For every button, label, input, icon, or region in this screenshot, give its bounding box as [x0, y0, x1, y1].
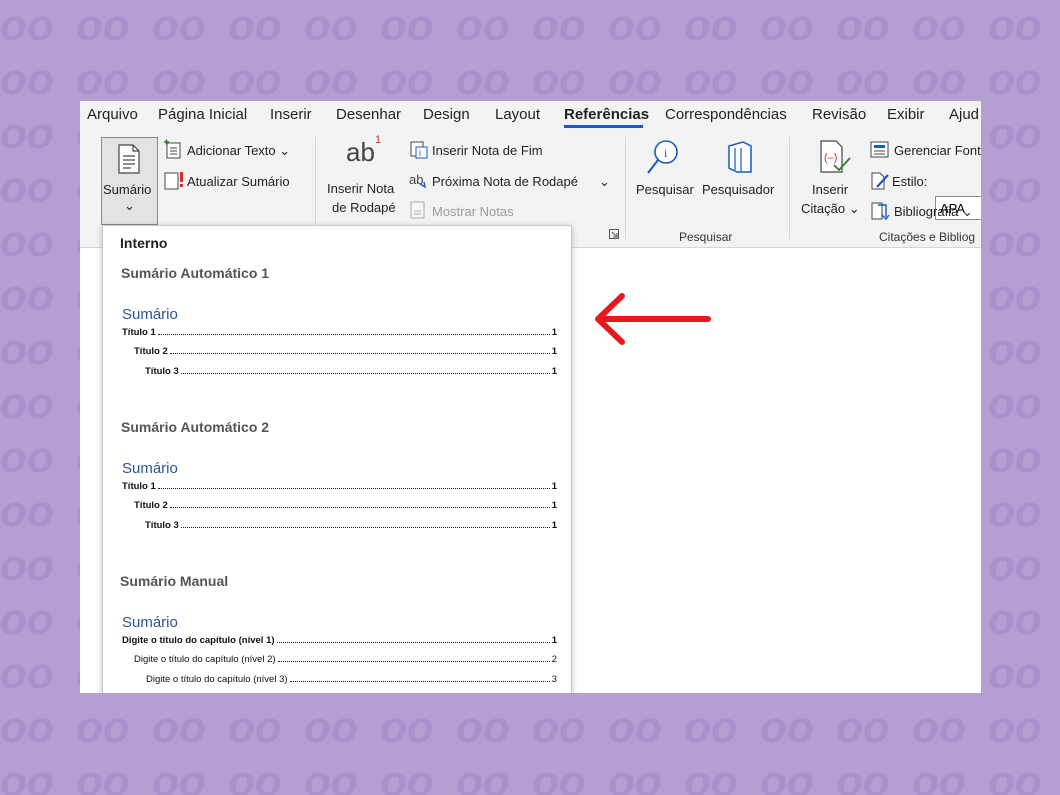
toc-line: Título 3 1 [145, 520, 557, 531]
adicionar-texto-button[interactable]: Adicionar Texto ⌄ [187, 143, 290, 159]
toc-line-text: Digite o título do capítulo (nível 2) [134, 654, 276, 665]
section-title: Sumário Manual [120, 573, 229, 589]
inserir-citacao-icon: (–) [820, 140, 851, 173]
red-arrow-icon [595, 293, 711, 345]
atualizar-sumario-button[interactable]: Atualizar Sumário [187, 174, 290, 189]
inserir-nota-ab-icon: ab [346, 137, 375, 167]
toc-line: Digite o título do capítulo (nível 3) 3 [146, 674, 557, 685]
bibliografia-button[interactable]: Bibliografia ⌄ [894, 204, 973, 220]
inserir-citacao-label-1[interactable]: Inserir [812, 182, 848, 197]
toc-line: Título 1 1 [122, 481, 557, 492]
tab-ajuda[interactable]: Ajud [949, 106, 979, 123]
toc-line-text: Título 2 [134, 500, 168, 511]
dot-leader [157, 327, 550, 335]
word-window: Arquivo Página Inicial Inserir Desenhar … [80, 101, 981, 693]
active-tab-indicator [564, 125, 643, 128]
toc-line-page: 2 [551, 654, 557, 665]
tab-inserir[interactable]: Inserir [270, 106, 312, 123]
toc-line-page: 1 [551, 520, 557, 531]
proxima-nota-button[interactable]: Próxima Nota de Rodapé [432, 174, 578, 189]
toc-line-text: Título 3 [145, 520, 179, 531]
inserir-nota-fim-icon: i [410, 141, 428, 159]
tab-design[interactable]: Design [423, 106, 470, 123]
chevron-down-icon: ⌄ [124, 198, 135, 213]
group-separator [315, 137, 316, 239]
gallery-header: Interno [120, 235, 168, 251]
tab-revisao[interactable]: Revisão [812, 106, 866, 123]
mostrar-notas-button[interactable]: Mostrar Notas [432, 204, 514, 219]
proxima-nota-dropdown-icon[interactable]: ⌄ [599, 174, 610, 190]
tab-layout[interactable]: Layout [495, 106, 540, 123]
toc-line-text: Título 1 [122, 327, 156, 338]
toc-line-page: 1 [551, 366, 557, 377]
gerenciar-fontes-button[interactable]: Gerenciar Font [894, 143, 981, 158]
dot-leader [180, 520, 550, 528]
toc-line: Título 2 1 [134, 500, 557, 511]
atualizar-sumario-icon [164, 172, 183, 190]
section-title: Sumário Automático 1 [121, 265, 270, 281]
svg-text:i: i [419, 148, 421, 158]
dialog-launcher-icon[interactable] [609, 229, 619, 239]
proxima-nota-icon: ab [409, 172, 426, 189]
gerenciar-fontes-icon [870, 141, 889, 158]
toc-line-page: 3 [551, 674, 557, 685]
toc-line-text: Digite o título do capítulo (nível 3) [146, 674, 288, 685]
section-title: Sumário Automático 2 [121, 419, 270, 435]
group-separator [625, 137, 626, 239]
toc-preview-title: Sumário [122, 614, 178, 631]
svg-text:(–): (–) [824, 152, 837, 164]
toc-line: Digite o título do capítulo (nível 1) 1 [122, 635, 557, 646]
toc-preview-title: Sumário [122, 306, 178, 323]
pesquisar-button[interactable]: Pesquisar [636, 182, 694, 197]
estilo-label: Estilo: [892, 174, 928, 189]
mostrar-notas-icon [410, 201, 425, 219]
tab-desenhar[interactable]: Desenhar [336, 106, 401, 123]
toc-line: Título 2 1 [134, 346, 557, 357]
dot-leader [289, 674, 550, 682]
toc-line-text: Título 3 [145, 366, 179, 377]
tab-referencias[interactable]: Referências [564, 106, 649, 123]
toc-line-page: 1 [551, 635, 557, 646]
group-label-citacoes: Citações e Bibliog [879, 230, 976, 244]
estilo-icon [871, 172, 889, 190]
pesquisador-icon [728, 141, 752, 173]
bibliografia-icon [871, 202, 890, 221]
toc-line-page: 1 [551, 327, 557, 338]
tab-exibir[interactable]: Exibir [887, 106, 925, 123]
inserir-nota-label-1[interactable]: Inserir Nota [327, 181, 394, 196]
superscript-one: 1 [375, 134, 382, 146]
pesquisar-icon: i [647, 140, 678, 174]
toc-line: Título 1 1 [122, 327, 557, 338]
toc-line-page: 1 [551, 346, 557, 357]
dot-leader [180, 366, 550, 374]
dot-leader [276, 635, 550, 643]
sumario-doc-icon [118, 144, 140, 174]
sumario-label: Sumário [103, 182, 152, 197]
inserir-nota-label-2[interactable]: de Rodapé [332, 200, 396, 215]
toc-line-text: Título 2 [134, 346, 168, 357]
sumario-button[interactable]: Sumário ⌄ [101, 137, 158, 225]
dot-leader [277, 654, 550, 662]
pesquisador-button[interactable]: Pesquisador [702, 182, 774, 197]
adicionar-texto-icon [164, 139, 181, 159]
toc-line: Título 3 1 [145, 366, 557, 377]
tab-arquivo[interactable]: Arquivo [87, 106, 138, 123]
dot-leader [169, 500, 550, 508]
toc-line-page: 1 [551, 500, 557, 511]
tab-pagina-inicial[interactable]: Página Inicial [158, 106, 247, 123]
toc-line-text: Título 1 [122, 481, 156, 492]
inserir-nota-fim-button[interactable]: Inserir Nota de Fim [432, 143, 543, 158]
dot-leader [169, 346, 550, 354]
toc-line-page: 1 [551, 481, 557, 492]
group-separator [789, 137, 790, 239]
toc-line: Digite o título do capítulo (nível 2) 2 [134, 654, 557, 665]
ribbon-tab-bar: Arquivo Página Inicial Inserir Desenhar … [80, 101, 981, 129]
group-label-pesquisar: Pesquisar [679, 230, 733, 244]
toc-line-text: Digite o título do capítulo (nível 1) [122, 635, 275, 646]
tab-correspondencias[interactable]: Correspondências [665, 106, 787, 123]
sumario-gallery-dropdown: Interno Sumário Automático 1 Sumário Tít… [102, 225, 572, 693]
dot-leader [157, 481, 550, 489]
toc-preview-title: Sumário [122, 460, 178, 477]
inserir-citacao-label-2[interactable]: Citação ⌄ [801, 201, 860, 217]
